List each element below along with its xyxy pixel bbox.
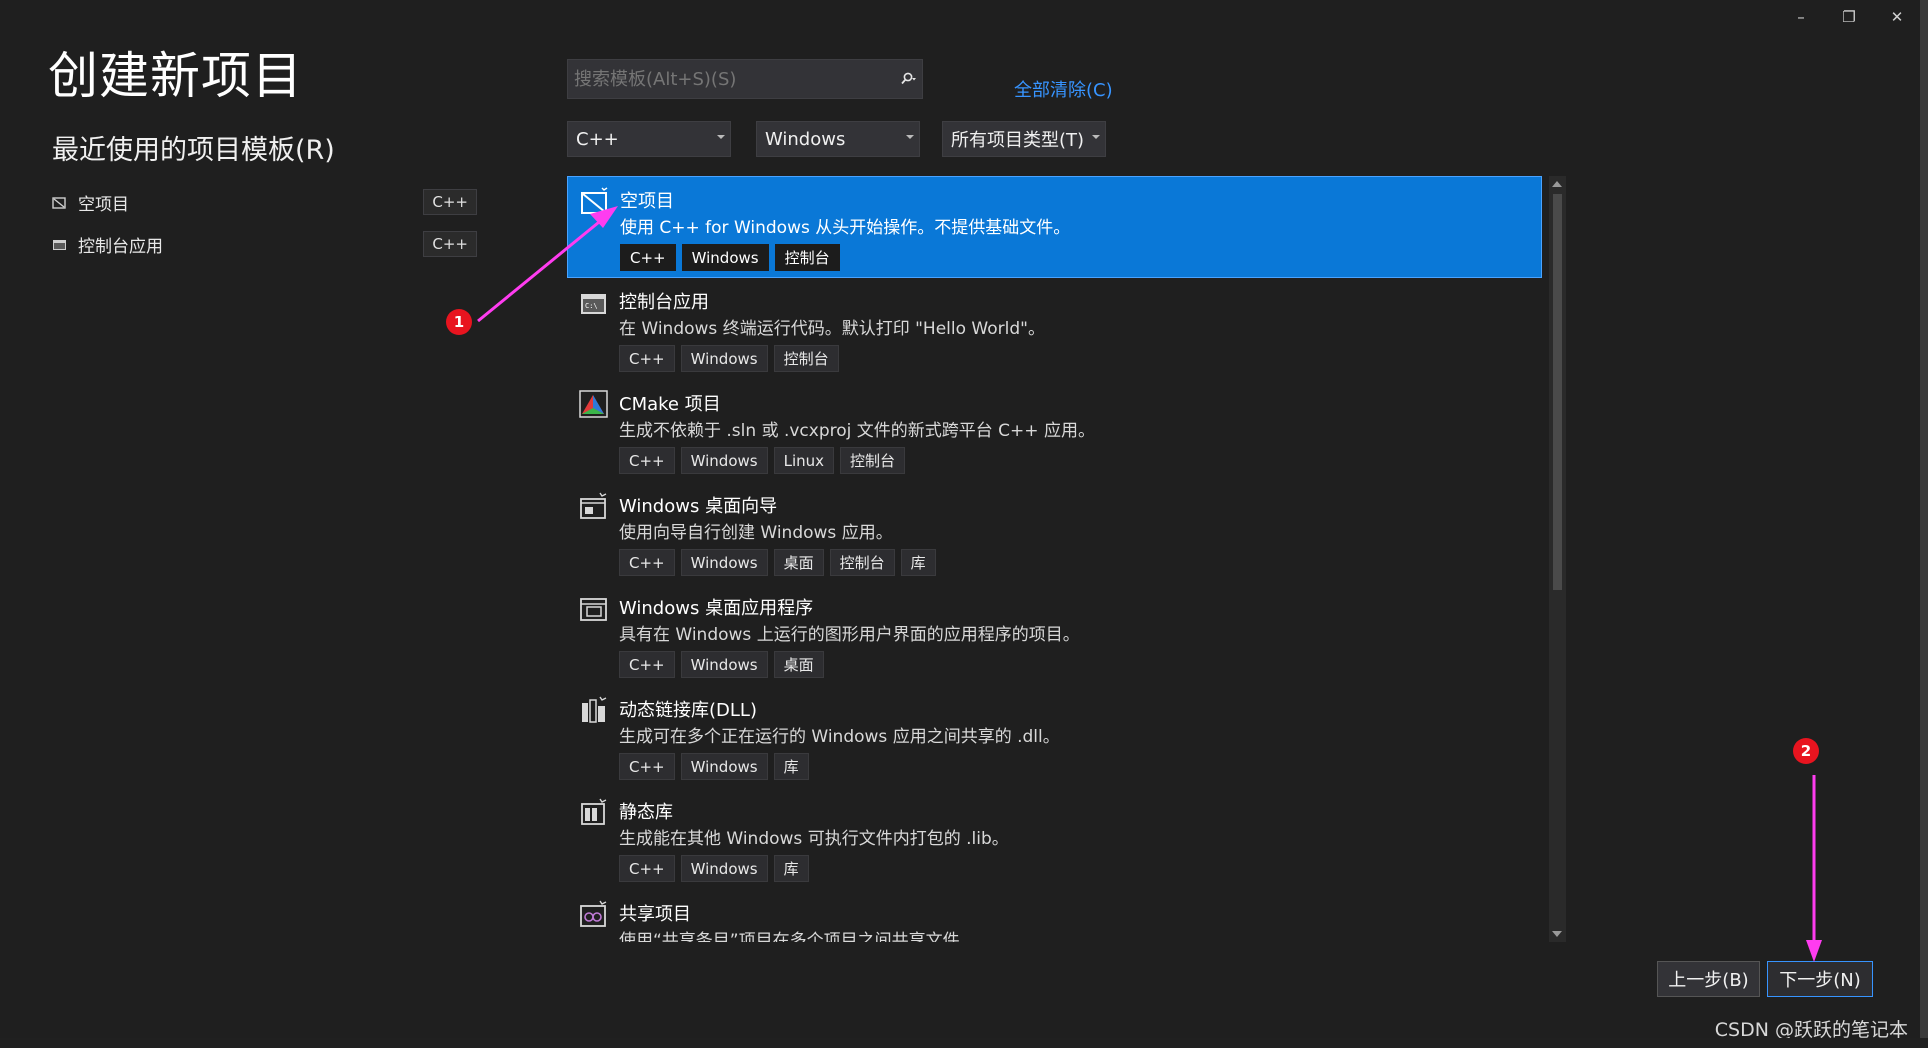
annotation-badge-1: 1 (446, 309, 472, 335)
annotation-arrow-1 (477, 216, 605, 323)
bottom-edge (0, 1038, 1928, 1048)
window-edge (1920, 0, 1928, 1048)
annotation-arrows (477, 206, 1822, 962)
annotation-arrowhead-2 (1806, 940, 1822, 962)
annotation-badge-2: 2 (1793, 738, 1819, 764)
